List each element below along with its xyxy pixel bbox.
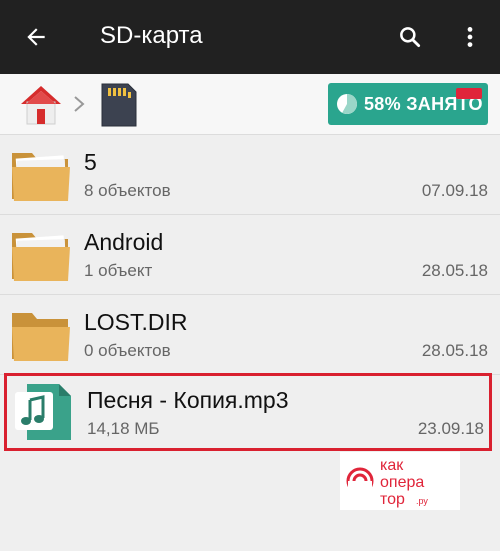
folder-icon (12, 313, 70, 361)
file-name: Android (84, 229, 164, 255)
more-options-button[interactable] (448, 15, 492, 59)
file-date: 28.05.18 (421, 261, 488, 280)
folder-icon (12, 233, 70, 281)
file-name: LOST.DIR (84, 309, 188, 335)
watermark-suffix: .ру (416, 496, 428, 506)
breadcrumb-separator (72, 95, 86, 113)
home-icon (21, 86, 61, 125)
path-bar: 58% ЗАНЯТО (0, 74, 500, 135)
folder-icon (12, 153, 70, 201)
file-name: Песня - Копия.mp3 (87, 387, 289, 413)
search-button[interactable] (388, 15, 432, 59)
redaction-mark (456, 88, 482, 99)
list-item[interactable]: Android 1 объект 28.05.18 (0, 215, 500, 295)
app-bar: SD-карта (0, 0, 500, 74)
more-vert-icon (467, 27, 473, 47)
file-date: 07.09.18 (421, 181, 488, 200)
home-button[interactable] (18, 82, 64, 128)
watermark-line1: как (380, 457, 404, 474)
storage-usage-button[interactable]: 58% ЗАНЯТО (328, 83, 488, 125)
file-name: 5 (84, 149, 97, 175)
breadcrumb-sd-card[interactable] (98, 80, 140, 130)
watermark-line3: тор (380, 491, 405, 508)
list-item[interactable]: LOST.DIR 0 объектов 28.05.18 (0, 295, 500, 375)
watermark-logo: как опера тор .ру (340, 452, 460, 510)
list-item[interactable]: 5 8 объектов 07.09.18 (0, 135, 500, 215)
list-item-selected[interactable]: Песня - Копия.mp3 14,18 МБ 23.09.18 (4, 373, 492, 451)
audio-file-icon (15, 384, 71, 440)
file-meta: 1 объект (84, 261, 153, 280)
file-meta: 14,18 МБ (87, 419, 160, 438)
file-date: 23.09.18 (417, 419, 484, 438)
file-meta: 0 объектов (84, 341, 171, 360)
sd-card-icon (101, 83, 137, 127)
watermark-line2: опера (380, 474, 424, 491)
file-meta: 8 объектов (84, 181, 171, 200)
file-date: 28.05.18 (421, 341, 488, 360)
arrow-back-icon (27, 28, 45, 46)
back-button[interactable] (14, 15, 58, 59)
search-icon (400, 27, 421, 48)
chevron-right-icon (74, 96, 85, 112)
storage-pie-icon (337, 94, 358, 114)
page-title: SD-карта (100, 22, 203, 49)
